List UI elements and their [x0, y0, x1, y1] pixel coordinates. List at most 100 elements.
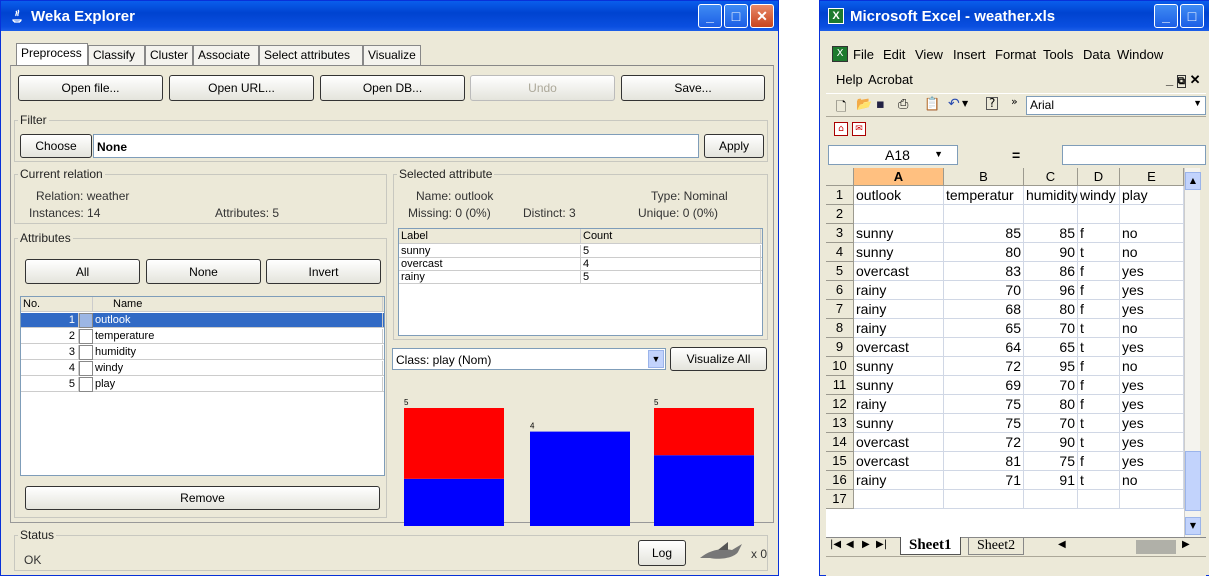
cell[interactable]: t — [1078, 414, 1120, 433]
cell[interactable]: 80 — [944, 243, 1024, 262]
name-box[interactable]: A18 ▼ — [828, 145, 958, 165]
cell[interactable]: overcast — [854, 452, 944, 471]
cell[interactable]: no — [1120, 471, 1184, 490]
menu-acrobat[interactable]: Acrobat — [868, 72, 913, 87]
cell[interactable]: 70 — [1024, 376, 1078, 395]
cell[interactable]: outlook — [854, 186, 944, 205]
attribute-checkbox[interactable] — [79, 345, 93, 360]
remove-button[interactable]: Remove — [25, 486, 380, 510]
open-icon[interactable]: 📂 — [856, 97, 872, 112]
cell[interactable]: rainy — [854, 319, 944, 338]
cell[interactable]: no — [1120, 357, 1184, 376]
cell[interactable]: 80 — [1024, 300, 1078, 319]
save-button[interactable]: Save... — [621, 75, 765, 101]
row-header[interactable]: 8 — [826, 319, 854, 338]
cell[interactable]: t — [1078, 338, 1120, 357]
formula-equals[interactable]: = — [1012, 147, 1020, 163]
cell[interactable] — [1078, 490, 1120, 509]
undo-dropdown-icon[interactable]: ▼ — [962, 99, 968, 108]
filter-value[interactable]: None — [93, 134, 699, 158]
cell[interactable]: no — [1120, 224, 1184, 243]
cell[interactable]: f — [1078, 395, 1120, 414]
cell[interactable]: 70 — [1024, 414, 1078, 433]
cell[interactable]: 72 — [944, 433, 1024, 452]
cell[interactable]: yes — [1120, 433, 1184, 452]
menu-window[interactable]: Window — [1117, 47, 1163, 62]
cell[interactable]: no — [1120, 243, 1184, 262]
label-count-row[interactable]: sunny 5 — [399, 245, 762, 258]
sheet-tab-2[interactable]: Sheet2 — [968, 538, 1025, 555]
open-url-button[interactable]: Open URL... — [169, 75, 314, 101]
workbook-icon[interactable]: X — [832, 46, 848, 62]
cell[interactable]: t — [1078, 319, 1120, 338]
cell[interactable]: overcast — [854, 338, 944, 357]
cell[interactable]: f — [1078, 300, 1120, 319]
menu-format[interactable]: Format — [995, 47, 1036, 62]
cell[interactable]: rainy — [854, 471, 944, 490]
select-all-corner[interactable] — [826, 168, 854, 186]
col-label-header[interactable]: Label — [399, 229, 581, 244]
row-header[interactable]: 7 — [826, 300, 854, 319]
visualize-all-button[interactable]: Visualize All — [670, 347, 767, 371]
menu-file[interactable]: File — [853, 47, 874, 62]
open-db-button[interactable]: Open DB... — [320, 75, 465, 101]
cell[interactable]: 91 — [1024, 471, 1078, 490]
row-header[interactable]: 9 — [826, 338, 854, 357]
cell[interactable]: overcast — [854, 262, 944, 281]
scroll-up-icon[interactable]: ▲ — [1185, 172, 1201, 190]
cell[interactable]: 68 — [944, 300, 1024, 319]
row-header[interactable]: 16 — [826, 471, 854, 490]
menu-help[interactable]: Help — [836, 72, 863, 87]
cell[interactable] — [944, 490, 1024, 509]
cell[interactable]: 75 — [1024, 452, 1078, 471]
cell[interactable]: windy — [1078, 186, 1120, 205]
cell[interactable]: yes — [1120, 452, 1184, 471]
cell[interactable]: sunny — [854, 224, 944, 243]
vertical-scrollbar[interactable]: ▲ ▼ — [1184, 168, 1201, 537]
font-name-select[interactable]: Arial ▼ — [1026, 96, 1206, 115]
excel-minimize-icon[interactable]: _ — [1154, 4, 1178, 28]
menu-data[interactable]: Data — [1083, 47, 1110, 62]
col-no-header[interactable]: No. — [21, 297, 93, 312]
cell[interactable]: play — [1120, 186, 1184, 205]
row-header[interactable]: 17 — [826, 490, 854, 509]
cell[interactable]: sunny — [854, 414, 944, 433]
row-header[interactable]: 3 — [826, 224, 854, 243]
apply-button[interactable]: Apply — [704, 134, 764, 158]
cell[interactable]: 70 — [944, 281, 1024, 300]
cell[interactable]: t — [1078, 243, 1120, 262]
row-header[interactable]: 2 — [826, 205, 854, 224]
tab-cluster[interactable]: Cluster — [145, 45, 193, 65]
excel-titlebar[interactable]: X Microsoft Excel - weather.xls — [820, 1, 1209, 31]
row-header[interactable]: 15 — [826, 452, 854, 471]
row-header[interactable]: 11 — [826, 376, 854, 395]
menu-tools[interactable]: Tools — [1043, 47, 1073, 62]
cell[interactable]: 85 — [1024, 224, 1078, 243]
cell[interactable]: rainy — [854, 300, 944, 319]
tab-scroll-right-icon[interactable]: ▶ — [1182, 539, 1190, 550]
print-icon[interactable]: ⎙ — [898, 97, 908, 112]
cell[interactable]: yes — [1120, 414, 1184, 433]
cell[interactable]: sunny — [854, 243, 944, 262]
attribute-row[interactable]: 4 windy — [21, 361, 384, 376]
chevron-down-icon[interactable]: ▼ — [648, 350, 664, 368]
column-header[interactable]: A — [854, 168, 944, 186]
cell[interactable]: 75 — [944, 395, 1024, 414]
cell[interactable]: t — [1078, 433, 1120, 452]
invert-button[interactable]: Invert — [266, 259, 381, 284]
cell[interactable] — [1078, 205, 1120, 224]
cell[interactable]: overcast — [854, 433, 944, 452]
spreadsheet-grid[interactable]: A B C D E 1 outlook temperatur humidity windy play… — [826, 168, 1184, 537]
formula-input[interactable] — [1062, 145, 1206, 165]
cell[interactable]: 86 — [1024, 262, 1078, 281]
menu-insert[interactable]: Insert — [953, 47, 986, 62]
prev-sheet-icon[interactable]: ◀ — [846, 539, 854, 550]
cell[interactable]: f — [1078, 357, 1120, 376]
cell[interactable]: 90 — [1024, 243, 1078, 262]
undo-icon[interactable]: ↶ — [948, 96, 960, 112]
first-sheet-icon[interactable]: |◀ — [830, 539, 841, 550]
attribute-checkbox[interactable] — [79, 313, 93, 328]
minimize-icon[interactable]: _ — [698, 4, 722, 28]
cell[interactable] — [944, 205, 1024, 224]
cell[interactable]: 85 — [944, 224, 1024, 243]
